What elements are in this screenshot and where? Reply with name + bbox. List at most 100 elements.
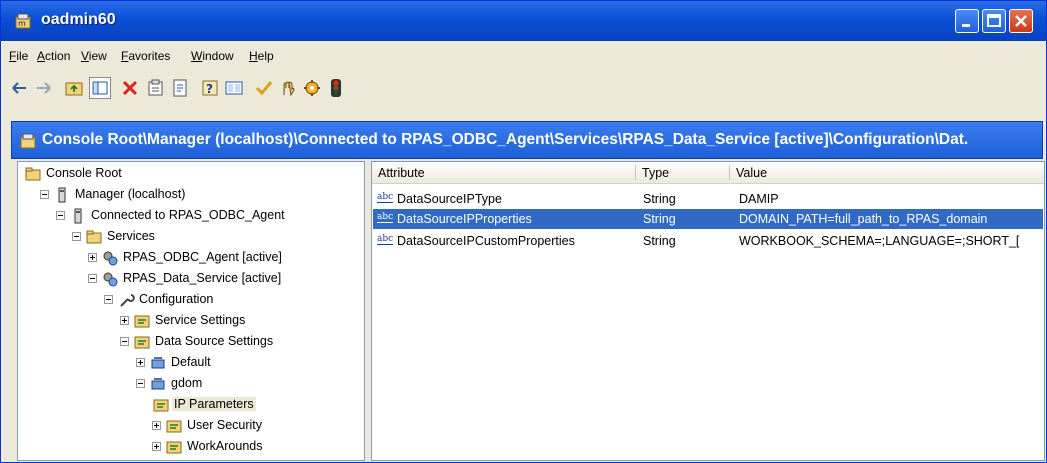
svg-text:m: m [18,19,26,28]
show-hide-tree-icon [92,81,108,95]
back-button[interactable] [9,77,31,99]
attribute-name: DataSourceIPType [397,192,502,206]
collapse-icon[interactable] [104,295,113,304]
traffic-light-icon [331,79,341,97]
attribute-list: Attribute Type Value abc DataSourceIPTyp… [371,161,1045,461]
console-path: Console Root\Manager (localhost)\Connect… [42,131,969,148]
menu-window[interactable]: Window [191,49,234,63]
settings-icon [166,420,182,433]
attribute-value: DAMIP [739,192,779,206]
export-list-icon [173,79,187,97]
gear-icon [304,80,320,96]
column-header-attribute[interactable]: Attribute [372,162,636,184]
server-icon [58,187,66,203]
tree-node-label: Connected to RPAS_ODBC_Agent [91,208,285,222]
app-icon: m [15,13,31,29]
help-button[interactable]: ? [199,77,221,99]
list-item-selected[interactable]: abc DataSourceIPProperties String DOMAIN… [373,209,1043,229]
minimize-icon [962,24,970,27]
attribute-type: String [643,234,676,248]
datasource-icon [151,378,165,390]
settings-icon [134,336,150,349]
tree-node-label: RPAS_ODBC_Agent [active] [123,250,282,264]
expand-icon[interactable] [136,358,145,367]
column-header-type[interactable]: Type [636,162,730,184]
attribute-name: DataSourceIPProperties [397,212,532,226]
close-button[interactable] [1009,9,1033,33]
collapse-icon[interactable] [120,337,129,346]
back-arrow-icon [12,82,26,94]
expand-icon[interactable] [152,442,161,451]
svg-text:?: ? [206,82,213,96]
menu-action[interactable]: Action [37,49,70,63]
tree-node-label: User Security [187,418,263,432]
list-item[interactable]: abc DataSourceIPType String DAMIP [373,189,1043,209]
maximize-icon [987,14,1001,27]
menu-view[interactable]: View [81,49,107,63]
menu-favorites[interactable]: Favorites [121,49,170,63]
show-hide-tree-button[interactable] [89,77,111,99]
up-one-level-button[interactable] [63,77,85,99]
expand-icon[interactable] [152,421,161,430]
view-icon [225,81,243,95]
list-item[interactable]: abc DataSourceIPCustomProperties String … [373,231,1043,251]
attribute-name: DataSourceIPCustomProperties [397,234,575,248]
delete-button[interactable] [119,77,141,99]
attribute-type: String [643,192,676,206]
tree-node-label: Services [107,229,155,243]
check-icon [255,81,273,96]
attribute-type: String [643,212,676,226]
tree-node-label: Manager (localhost) [75,187,186,201]
string-type-icon: abc [377,234,394,245]
console-path-bar: Console Root\Manager (localhost)\Connect… [11,121,1043,159]
collapse-icon[interactable] [72,232,81,241]
window-title: oadmin60 [41,11,116,28]
collapse-icon[interactable] [56,211,65,220]
hand-button[interactable] [277,77,299,99]
tree-node-label: WorkArounds [187,439,263,453]
tree-node-label: Default [171,355,211,369]
service-icon [103,251,118,266]
view-button[interactable] [223,77,245,99]
status-button[interactable] [325,77,347,99]
gear-button[interactable] [301,77,323,99]
collapse-icon[interactable] [40,190,49,199]
up-folder-icon [65,82,83,96]
mmc-window: m oadmin60 File Action View Favorites Wi… [0,0,1047,463]
attribute-value: DOMAIN_PATH=full_path_to_RPAS_domain [739,212,988,226]
settings-icon [134,315,150,328]
properties-button[interactable] [145,77,167,99]
expand-icon[interactable] [88,253,97,262]
expand-icon[interactable] [120,316,129,325]
tree-node-label: gdom [171,376,203,390]
export-list-button[interactable] [169,77,191,99]
collapse-icon[interactable] [136,379,145,388]
hand-icon [283,81,295,97]
minimize-button[interactable] [955,9,979,33]
menu-file[interactable]: File [9,49,28,63]
settings-icon [166,441,182,454]
column-header-value[interactable]: Value [730,162,1044,184]
forward-button[interactable] [33,77,55,99]
console-icon [20,133,36,149]
tree-node-label: Service Settings [155,313,246,327]
service-icon [103,272,118,287]
folder-icon [25,167,41,181]
menu-help[interactable]: Help [249,49,274,63]
tree-node-label: Configuration [139,292,214,306]
help-icon: ? [202,80,218,96]
properties-icon [148,79,163,96]
maximize-button[interactable] [982,9,1006,33]
console-tree: Console Root Manager (localhost) Connected… [17,161,365,461]
attribute-value: WORKBOOK_SCHEMA=;LANGUAGE=;SHORT_[ [739,234,1020,248]
tree-node-label: Data Source Settings [155,334,274,348]
datasource-icon [151,357,165,369]
check-button[interactable] [253,77,275,99]
string-type-icon: abc [377,212,394,223]
title-bar[interactable]: m oadmin60 [1,1,1046,41]
collapse-icon[interactable] [88,274,97,283]
tree-node-label: Console Root [46,166,122,180]
server-icon [74,208,82,224]
tree-node-label: IP Parameters [172,397,256,411]
wrench-icon [120,294,135,307]
